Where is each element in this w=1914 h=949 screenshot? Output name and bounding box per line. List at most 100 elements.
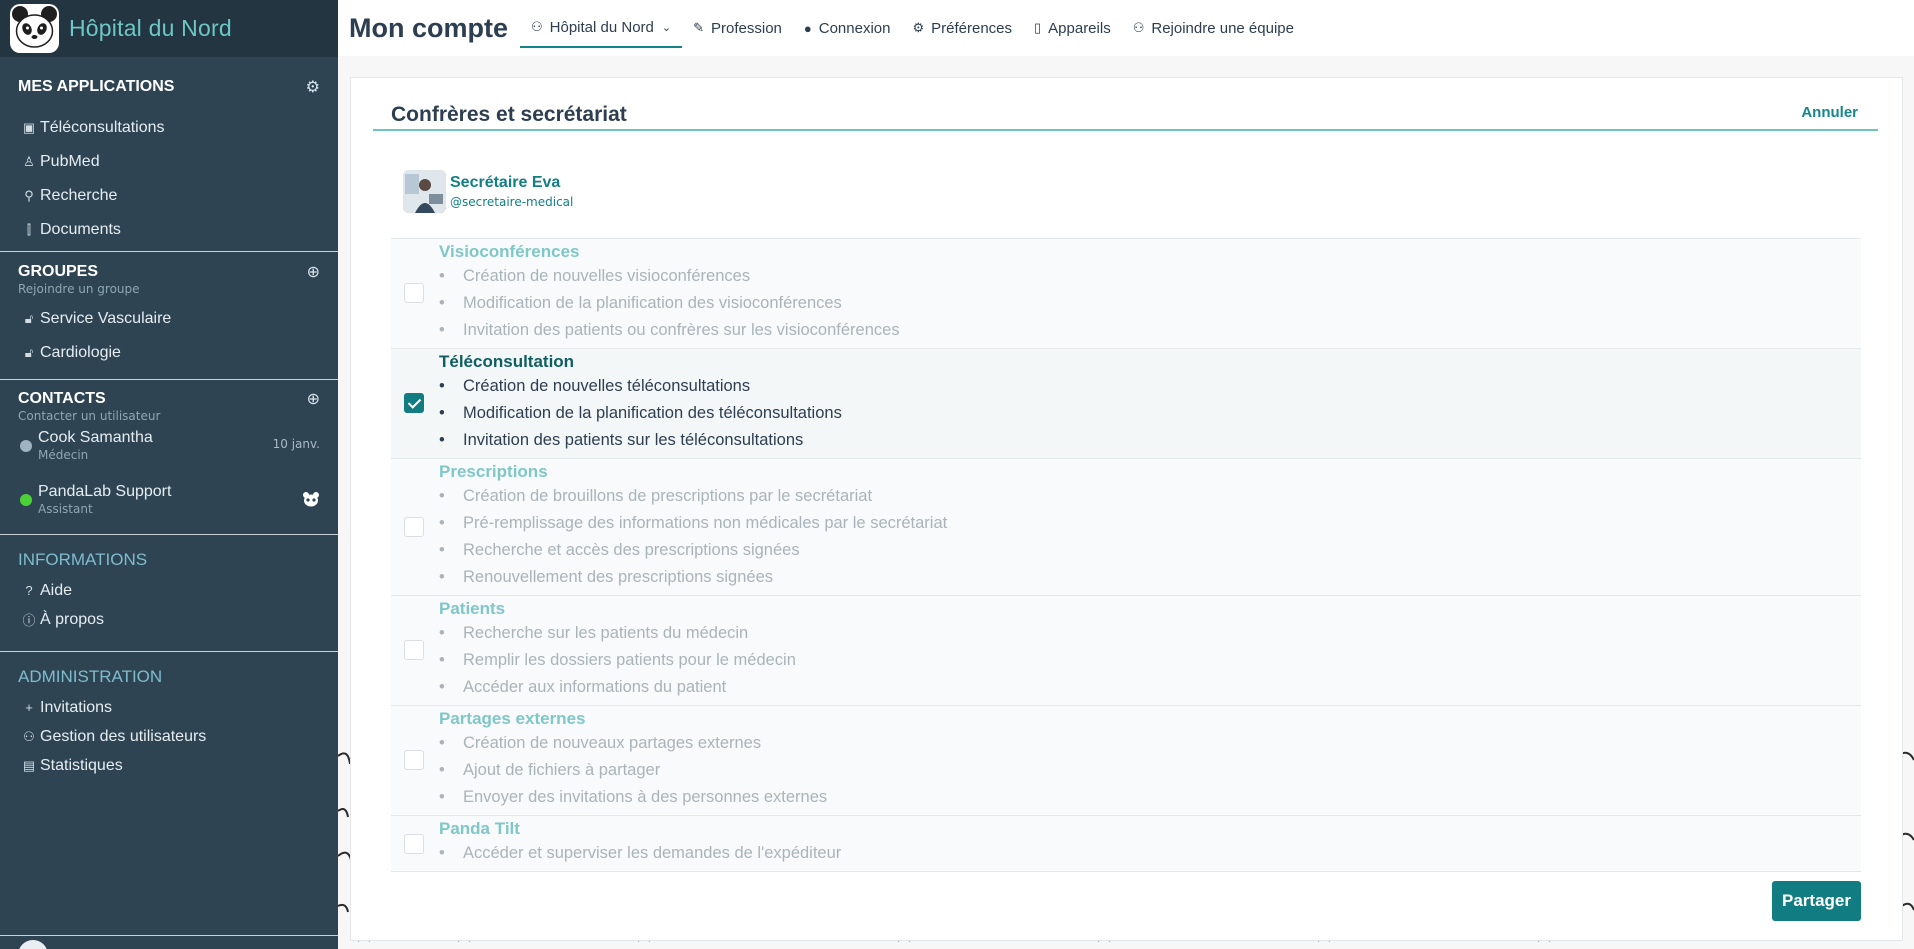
permission-item: Modification de la planification des tél… <box>439 400 1861 427</box>
contact-role: Assistant <box>38 502 93 516</box>
permission-item: Recherche sur les patients du médecin <box>439 620 1861 647</box>
sidebar-divider <box>0 534 338 535</box>
permission-item: Recherche et accès des prescriptions sig… <box>439 537 1861 564</box>
user-name: Secrétaire Eva <box>450 174 561 191</box>
groups-section-title: GROUPES <box>18 262 99 280</box>
contact-name: PandaLab Support <box>38 483 172 500</box>
settings-gear-icon[interactable]: ⚙ <box>306 77 320 96</box>
permission-item: Création de nouvelles visioconférences <box>439 263 1861 290</box>
sidebar-item-label: Recherche <box>40 187 118 204</box>
sidebar-item-label: Service Vasculaire <box>40 310 172 327</box>
chart-file-icon: ▤ <box>22 757 36 773</box>
permission-item: Accéder et superviser les demandes de l'… <box>439 840 1861 867</box>
question-icon: ? <box>25 583 33 598</box>
permission-item: Modification de la planification des vis… <box>439 290 1861 317</box>
add-contact-icon[interactable]: ⊕ <box>307 389 320 408</box>
sidebar-item-label: Statistiques <box>40 756 123 774</box>
permission-checkbox[interactable] <box>404 640 424 660</box>
contact-item-cook-samantha[interactable]: Cook Samantha Médecin 10 janv. <box>0 423 338 477</box>
administration-section-header: ADMINISTRATION <box>0 667 338 687</box>
sidebar-item-invitations[interactable]: + Invitations <box>0 693 338 722</box>
permission-partages-externes: Partages externes Création de nouveaux p… <box>391 705 1861 815</box>
gear-icon: ⚙ <box>912 20 925 35</box>
share-button[interactable]: Partager <box>1772 881 1861 921</box>
tab-appareils[interactable]: ▯ Appareils <box>1023 8 1122 48</box>
selected-user: Secrétaire Eva @secretaire-medical <box>403 170 573 213</box>
tab-label: Profession <box>711 19 782 37</box>
sidebar-item-statistiques[interactable]: ▤ Statistiques <box>0 751 338 780</box>
contact-user-link[interactable]: Contacter un utilisateur <box>0 409 338 423</box>
cancel-button[interactable]: Annuler <box>1801 104 1858 121</box>
permission-checkbox[interactable] <box>404 750 424 770</box>
permission-prescriptions: Prescriptions Création de brouillons de … <box>391 458 1861 595</box>
status-dot <box>20 440 32 452</box>
teleconsult-icon: ▣ <box>22 120 36 135</box>
permission-item: Création de nouveaux partages externes <box>439 730 1861 757</box>
apps-list: ▣ Téléconsultations ♙ PubMed ⚲ Recherche… <box>0 111 338 247</box>
contacts-section-title: CONTACTS <box>18 389 106 407</box>
sidebar-divider <box>0 379 338 380</box>
join-group-link[interactable]: Rejoindre un groupe <box>0 282 338 296</box>
sidebar-item-label: Gestion des utilisateurs <box>40 727 207 745</box>
plus-icon: + <box>25 700 33 715</box>
apps-section-header: MES APPLICATIONS ⚙ <box>0 77 338 96</box>
permission-patients: Patients Recherche sur les patients du m… <box>391 595 1861 705</box>
sidebar-divider <box>0 251 338 252</box>
permission-title: Patients <box>439 599 506 618</box>
sidebar-item-service-vasculaire[interactable]: 🔓︎ Service Vasculaire <box>0 302 338 336</box>
permission-checkbox-checked[interactable] <box>404 393 424 413</box>
contact-date: 10 janv. <box>272 437 320 451</box>
permission-checkbox[interactable] <box>404 283 424 303</box>
add-group-icon[interactable]: ⊕ <box>307 262 320 281</box>
sidebar-item-label: À propos <box>40 610 105 628</box>
permission-items: Création de nouvelles téléconsultations … <box>439 373 1861 454</box>
contact-item-pandalab-support[interactable]: PandaLab Support Assistant <box>0 477 338 531</box>
account-avatar[interactable] <box>18 940 48 949</box>
brand-title: Hôpital du Nord <box>69 15 232 41</box>
user-handle: @secretaire-medical <box>450 195 574 209</box>
sidebar-item-label: PubMed <box>40 153 100 170</box>
tab-rejoindre-equipe[interactable]: ⚇ Rejoindre une équipe <box>1122 8 1305 48</box>
lock-icon: 🔓︎ <box>24 311 34 326</box>
sidebar-item-a-propos[interactable]: ⓘ À propos <box>0 605 338 634</box>
permission-item: Accéder aux informations du patient <box>439 674 1861 701</box>
user-avatar <box>403 170 446 213</box>
sidebar-item-documents[interactable]: ⫿ Documents <box>0 213 338 247</box>
pubmed-icon: ♙ <box>23 154 35 169</box>
pen-icon: ✎ <box>693 20 705 35</box>
permission-title: Partages externes <box>439 709 586 728</box>
permission-checkbox[interactable] <box>404 517 424 537</box>
permission-title: Panda Tilt <box>439 819 520 838</box>
brand-header[interactable]: Hôpital du Nord <box>0 0 338 57</box>
tab-hopital-du-nord[interactable]: ⚇ Hôpital du Nord ⌄ <box>520 8 683 48</box>
sidebar-item-gestion-utilisateurs[interactable]: ⚇ Gestion des utilisateurs <box>0 722 338 751</box>
sidebar-item-teleconsultations[interactable]: ▣ Téléconsultations <box>0 111 338 145</box>
sidebar-item-aide[interactable]: ? Aide <box>0 576 338 605</box>
permission-visioconferences: Visioconférences Création de nouvelles v… <box>391 238 1861 348</box>
team-share-card: Confrères et secrétariat Annuler Secréta… <box>350 77 1903 941</box>
users-plus-icon: ⚇ <box>1132 20 1145 35</box>
info-icon: ⓘ <box>22 613 36 628</box>
contacts-section-header: CONTACTS ⊕ <box>0 389 338 408</box>
informations-section-title: INFORMATIONS <box>18 550 148 569</box>
chevron-down-icon: ⌄ <box>661 21 672 34</box>
sidebar-divider <box>0 651 338 652</box>
page-title: Mon compte <box>349 12 508 43</box>
phone-icon: ▯ <box>1034 20 1042 35</box>
sidebar-item-pubmed[interactable]: ♙ PubMed <box>0 145 338 179</box>
lock-icon: 🔓︎ <box>24 345 34 360</box>
contacts-section: CONTACTS ⊕ Contacter un utilisateur Cook… <box>0 389 338 531</box>
informations-section-header: INFORMATIONS <box>0 550 338 570</box>
tab-connexion[interactable]: ● Connexion <box>793 8 902 48</box>
contact-name: Cook Samantha <box>38 429 153 446</box>
sidebar-item-recherche[interactable]: ⚲ Recherche <box>0 179 338 213</box>
permission-item: Renouvellement des prescriptions signées <box>439 564 1861 591</box>
permission-item: Invitation des patients sur les télécons… <box>439 427 1861 454</box>
permission-items: Accéder et superviser les demandes de l'… <box>439 840 1861 867</box>
tab-profession[interactable]: ✎ Profession <box>682 8 793 48</box>
permission-checkbox[interactable] <box>404 834 424 854</box>
tab-label: Préférences <box>931 19 1012 37</box>
sidebar-item-cardiologie[interactable]: 🔓︎ Cardiologie <box>0 336 338 370</box>
tab-preferences[interactable]: ⚙ Préférences <box>901 8 1023 48</box>
top-bar: Mon compte ⚇ Hôpital du Nord ⌄ ✎ Profess… <box>338 0 1914 56</box>
